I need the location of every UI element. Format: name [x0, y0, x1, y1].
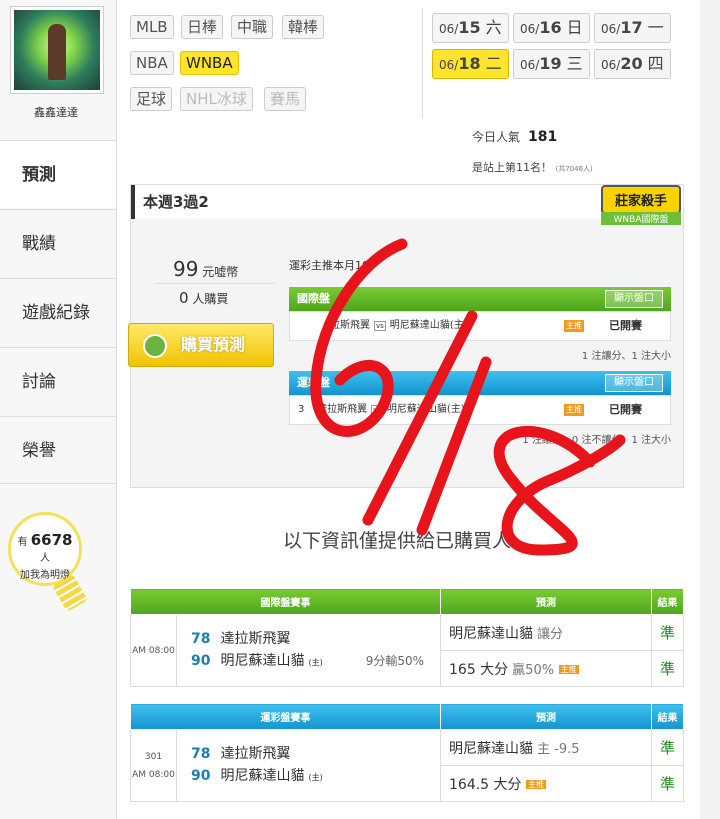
nav-game-history[interactable]: 遊戲紀錄: [0, 278, 116, 346]
date-0616[interactable]: 06/16 日: [513, 13, 590, 43]
table-row: AM 08:00 78 達拉斯飛翼 90 明尼蘇達山貓 (主) 9分輸50% 明尼蘇達山…: [130, 614, 684, 687]
sport-tab-cpbl[interactable]: 中職: [231, 15, 274, 39]
panel-note: 1 注讓分、0 注不讓分、1 注大小: [522, 435, 671, 446]
username: 鑫鑫達達: [34, 106, 78, 119]
fans-unit: 人: [40, 553, 50, 564]
panel-note: 1 注讓分、1 注大小: [581, 351, 671, 362]
sport-tab-nba[interactable]: NBA: [130, 51, 174, 75]
sidebar: 鑫鑫達達 預測 戰績 遊戲紀錄 討論 榮譽 有 6678 人 加我為明燈: [0, 0, 116, 819]
date-0620[interactable]: 06/20 四: [594, 49, 671, 79]
show-odds-button[interactable]: 顯示盤口: [605, 374, 663, 392]
divider: [422, 8, 423, 118]
buyers: 0 人購買: [179, 289, 229, 307]
show-odds-button[interactable]: 顯示盤口: [605, 290, 663, 308]
nav-honor[interactable]: 榮譽: [0, 416, 116, 484]
sport-tab-nhl: NHL冰球: [180, 87, 253, 111]
sport-tab-mlb[interactable]: MLB: [130, 15, 174, 39]
killer-badge: 莊家殺手 WNBA國際盤: [601, 185, 681, 227]
sport-tab-soccer[interactable]: 足球: [130, 87, 173, 111]
panel-row: 3 達拉斯飛翼 vs 明尼蘇達山貓(主) 主推 已開賽: [289, 395, 671, 425]
international-table: 國際盤賽事 預測 結果 AM 08:00 78 達拉斯飛翼 90 明尼蘇達山貓 (主) 9分…: [130, 588, 684, 687]
sport-tab-npb[interactable]: 日棒: [181, 15, 224, 39]
table-row: 301 AM 08:00 78 達拉斯飛翼 90 明尼蘇達山貓 (主) 明尼蘇達山貓主 …: [130, 729, 684, 802]
date-0619[interactable]: 06/19 三: [513, 49, 590, 79]
panel-row: 拉斯飛翼 vs 明尼蘇達山貓(主) 主推 已開賽: [289, 311, 671, 341]
fans-prefix: 有: [17, 537, 28, 548]
popularity-rank: 是站上第11名！ (共7046人): [472, 161, 593, 174]
buy-prediction-button[interactable]: 購買預測: [128, 323, 274, 367]
nav-discussion[interactable]: 討論: [0, 347, 116, 415]
panel-sports-lottery: 運彩盤 顯示盤口 3 達拉斯飛翼 vs 明尼蘇達山貓(主) 主推 已開賽: [289, 371, 671, 425]
avatar-image: [14, 10, 100, 90]
fans-count: 6678: [30, 531, 73, 549]
date-0615[interactable]: 06/15 六: [432, 13, 509, 43]
sport-tab-wnba[interactable]: WNBA: [180, 51, 239, 75]
date-0617[interactable]: 06/17 一: [594, 13, 671, 43]
recommend-text: 運彩主推本月10: [289, 259, 369, 272]
prediction-box: 本週3過2 莊家殺手 WNBA國際盤 99 元嘘幣 0 人購買 購買預測 運彩主…: [128, 184, 684, 488]
nav-record[interactable]: 戰績: [0, 209, 116, 277]
panel-international: 國際盤 顯示盤口 拉斯飛翼 vs 明尼蘇達山貓(主) 主推 已開賽: [289, 287, 671, 341]
sport-tab-kbo[interactable]: 韓棒: [282, 15, 325, 39]
sport-tab-horse: 賽馬: [264, 87, 307, 111]
date-0618[interactable]: 06/18 二: [432, 49, 509, 79]
nav-prediction[interactable]: 預測: [0, 140, 116, 208]
popularity: 今日人氣 181: [472, 129, 558, 145]
avatar[interactable]: [10, 6, 104, 94]
price: 99 元嘘幣: [173, 257, 239, 281]
sports-lottery-table: 運彩盤賽事 預測 結果 301 AM 08:00 78 達拉斯飛翼 90 明尼蘇達山貓 (主…: [130, 703, 684, 802]
info-text: 以下資訊僅提供給已購買人: [283, 530, 512, 552]
coin-icon: [143, 334, 167, 358]
